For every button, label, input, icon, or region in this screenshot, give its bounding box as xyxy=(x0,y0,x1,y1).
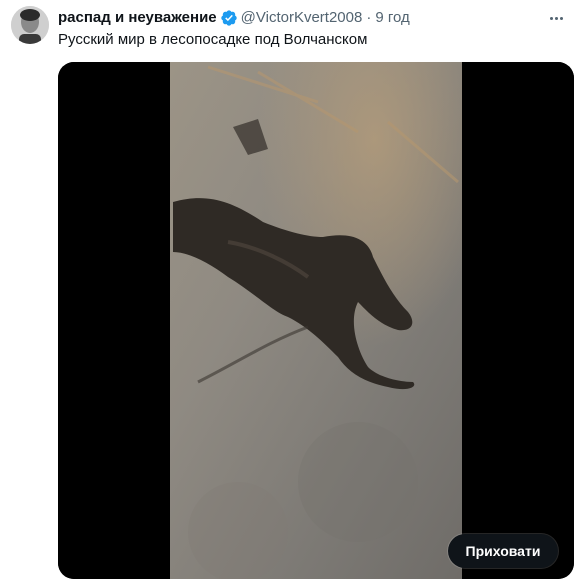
display-name[interactable]: распад и неуважение xyxy=(58,8,217,28)
more-options-icon[interactable] xyxy=(545,9,567,27)
tweet-text: Русский мир в лесопосадке под Волчанском xyxy=(58,31,368,48)
tweet-header: распад и неуважение @VictorKvert2008 · 9… xyxy=(58,8,410,28)
user-handle[interactable]: @VictorKvert2008 xyxy=(241,8,363,28)
avatar[interactable] xyxy=(11,6,49,44)
hide-media-button[interactable]: Приховати xyxy=(448,534,558,568)
verified-badge-icon xyxy=(220,9,238,27)
post-timestamp[interactable]: 9 год xyxy=(375,8,409,28)
separator-dot: · xyxy=(366,9,372,26)
video-media[interactable] xyxy=(58,62,574,579)
